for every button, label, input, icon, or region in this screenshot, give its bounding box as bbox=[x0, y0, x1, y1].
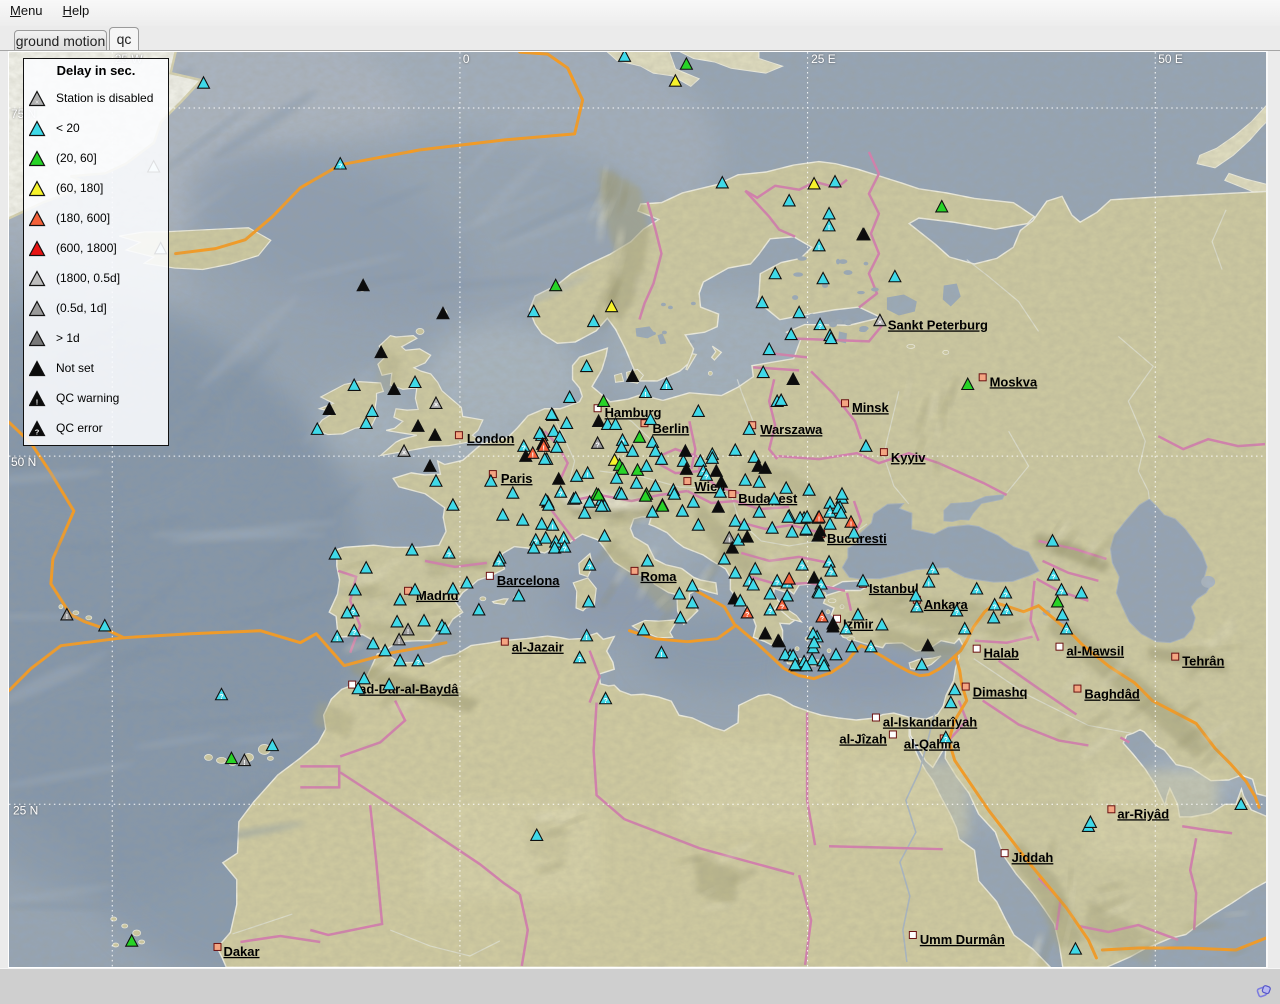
svg-text:ad-Dar-al-Baydâ: ad-Dar-al-Baydâ bbox=[359, 682, 459, 697]
svg-text:?: ? bbox=[844, 628, 848, 635]
svg-text:?: ? bbox=[955, 610, 959, 617]
svg-text:Moskva: Moskva bbox=[990, 374, 1038, 389]
svg-text:?: ? bbox=[780, 604, 784, 611]
svg-text:?: ? bbox=[818, 324, 822, 331]
svg-text:?: ? bbox=[1003, 592, 1007, 599]
svg-text:Halab: Halab bbox=[984, 646, 1019, 661]
svg-text:Jiddah: Jiddah bbox=[1012, 850, 1054, 865]
svg-text:?: ? bbox=[944, 737, 948, 744]
svg-text:!: ! bbox=[818, 245, 820, 252]
svg-text:Minsk: Minsk bbox=[852, 400, 890, 415]
svg-text:?: ? bbox=[829, 570, 833, 577]
svg-text:?: ? bbox=[447, 552, 451, 559]
svg-text:0: 0 bbox=[463, 52, 470, 66]
svg-text:!: ! bbox=[585, 635, 587, 642]
svg-text:?: ? bbox=[704, 475, 708, 482]
svg-text:?: ? bbox=[416, 660, 420, 667]
svg-text:?: ? bbox=[1059, 589, 1063, 596]
svg-text:Dimashq: Dimashq bbox=[973, 685, 1028, 700]
svg-text:!: ! bbox=[928, 581, 930, 588]
svg-text:?: ? bbox=[559, 492, 563, 499]
svg-text:?: ? bbox=[603, 698, 607, 705]
svg-text:?: ? bbox=[768, 609, 772, 616]
svg-text:?: ? bbox=[1064, 628, 1068, 635]
svg-text:!: ! bbox=[36, 397, 39, 406]
svg-text:!: ! bbox=[644, 392, 646, 399]
svg-text:Sankt Peterburg: Sankt Peterburg bbox=[888, 317, 988, 332]
svg-text:!: ! bbox=[665, 384, 667, 391]
svg-text:?: ? bbox=[563, 546, 567, 553]
svg-text:al-Jazair: al-Jazair bbox=[512, 640, 564, 655]
svg-text:Kyyiv: Kyyiv bbox=[891, 450, 926, 465]
svg-text:!: ! bbox=[552, 524, 554, 531]
svg-text:!: ! bbox=[828, 225, 830, 232]
svg-text:Ankara: Ankara bbox=[924, 597, 969, 612]
svg-text:Paris: Paris bbox=[501, 471, 533, 486]
svg-text:!: ! bbox=[850, 521, 852, 528]
svg-text:!: ! bbox=[532, 453, 534, 460]
svg-text:?: ? bbox=[578, 657, 582, 664]
svg-text:al-Jîzah: al-Jîzah bbox=[839, 731, 887, 746]
svg-text:Tehrân: Tehrân bbox=[1182, 654, 1224, 669]
svg-text:×: × bbox=[434, 402, 438, 409]
svg-text:!: ! bbox=[660, 652, 662, 659]
svg-text:?: ? bbox=[820, 616, 824, 623]
svg-text:!: ! bbox=[66, 614, 68, 621]
svg-text:ar-Riyâd: ar-Riyâd bbox=[1117, 806, 1169, 821]
svg-text:!: ! bbox=[543, 446, 545, 453]
svg-text:?: ? bbox=[915, 606, 919, 613]
svg-text:25 E: 25 E bbox=[811, 52, 836, 66]
svg-text:?: ? bbox=[869, 646, 873, 653]
svg-text:!: ! bbox=[586, 473, 588, 480]
svg-text:?: ? bbox=[963, 628, 967, 635]
svg-text:?: ? bbox=[745, 612, 749, 619]
svg-text:Dakar: Dakar bbox=[223, 944, 259, 959]
svg-text:?: ? bbox=[993, 604, 997, 611]
svg-text:50 N: 50 N bbox=[11, 455, 36, 469]
svg-text:!: ! bbox=[336, 636, 338, 643]
svg-text:25 N: 25 N bbox=[13, 803, 38, 817]
svg-text:Roma: Roma bbox=[640, 569, 677, 584]
svg-text:!: ! bbox=[818, 516, 820, 523]
svg-text:Umm Durmân: Umm Durmân bbox=[920, 932, 1005, 947]
svg-text:×: × bbox=[402, 450, 406, 457]
svg-text:al-Qahira: al-Qahira bbox=[904, 736, 961, 751]
svg-text:!: ! bbox=[407, 629, 409, 636]
svg-text:?: ? bbox=[595, 443, 599, 450]
svg-text:!: ! bbox=[243, 760, 245, 767]
svg-text:Berlin: Berlin bbox=[652, 421, 689, 436]
svg-text:Baghdâd: Baghdâd bbox=[1084, 687, 1139, 702]
svg-text:?: ? bbox=[497, 560, 501, 567]
svg-text:Warszawa: Warszawa bbox=[760, 422, 823, 437]
svg-text:Barcelona: Barcelona bbox=[497, 573, 560, 588]
svg-text:al-Iskandarîyah: al-Iskandarîyah bbox=[883, 714, 977, 729]
svg-text:London: London bbox=[467, 431, 515, 446]
svg-text:?: ? bbox=[338, 163, 342, 170]
svg-text:!: ! bbox=[398, 639, 400, 646]
svg-text:?: ? bbox=[352, 630, 356, 637]
svg-text:?: ? bbox=[975, 588, 979, 595]
svg-text:×: × bbox=[878, 319, 882, 326]
svg-text:?: ? bbox=[1051, 574, 1055, 581]
svg-text:?: ? bbox=[35, 427, 40, 436]
svg-text:Istanbul: Istanbul bbox=[869, 581, 919, 596]
svg-text:?: ? bbox=[587, 564, 591, 571]
svg-text:50 E: 50 E bbox=[1158, 52, 1183, 66]
svg-text:?: ? bbox=[931, 568, 935, 575]
svg-text:?: ? bbox=[219, 694, 223, 701]
svg-text:!: ! bbox=[728, 537, 730, 544]
svg-text:al-Mawsil: al-Mawsil bbox=[1066, 644, 1124, 659]
svg-text:×: × bbox=[35, 99, 39, 106]
svg-text:?: ? bbox=[775, 580, 779, 587]
svg-text:?: ? bbox=[800, 564, 804, 571]
svg-text:?: ? bbox=[1004, 609, 1008, 616]
